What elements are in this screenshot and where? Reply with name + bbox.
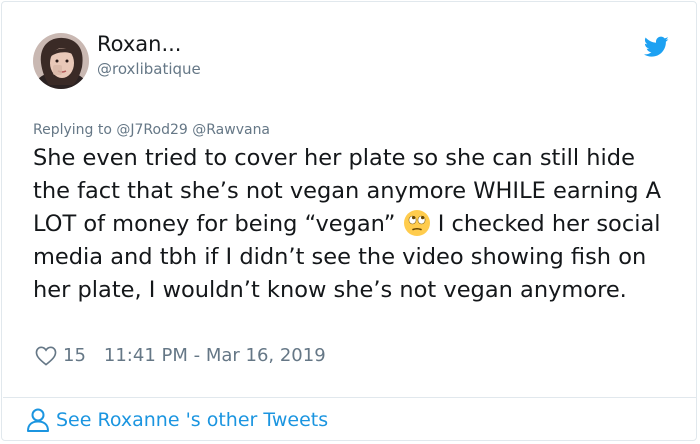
timestamp[interactable]: 11:41 PM - Mar 16, 2019 <box>104 345 326 366</box>
see-other-tweets-label[interactable]: See Roxanne 's other Tweets <box>56 409 328 431</box>
mention-link[interactable]: @Rawvana <box>192 122 270 138</box>
like-count[interactable]: 15 <box>63 345 86 366</box>
avatar[interactable] <box>33 33 89 89</box>
divider <box>3 397 697 398</box>
author-display-name[interactable]: Roxan... <box>97 32 181 56</box>
twitter-bird-icon[interactable] <box>644 36 669 58</box>
person-icon <box>27 408 49 432</box>
replying-prefix: Replying to <box>33 122 112 138</box>
see-other-tweets-link[interactable]: See Roxanne 's other Tweets <box>26 407 328 433</box>
face-with-rolling-eyes-icon <box>403 210 430 236</box>
tweet-card: Roxan... @roxlibatique Replying to @J7Ro… <box>1 1 697 441</box>
replying-to: Replying to @J7Rod29 @Rawvana <box>33 122 270 138</box>
mention-link[interactable]: @J7Rod29 <box>116 122 187 138</box>
tweet-meta: 15 11:41 PM - Mar 16, 2019 <box>35 345 326 366</box>
heart-icon[interactable] <box>35 346 57 366</box>
author-handle[interactable]: @roxlibatique <box>97 60 201 78</box>
tweet-text: She even tried to cover her plate so she… <box>33 142 673 307</box>
